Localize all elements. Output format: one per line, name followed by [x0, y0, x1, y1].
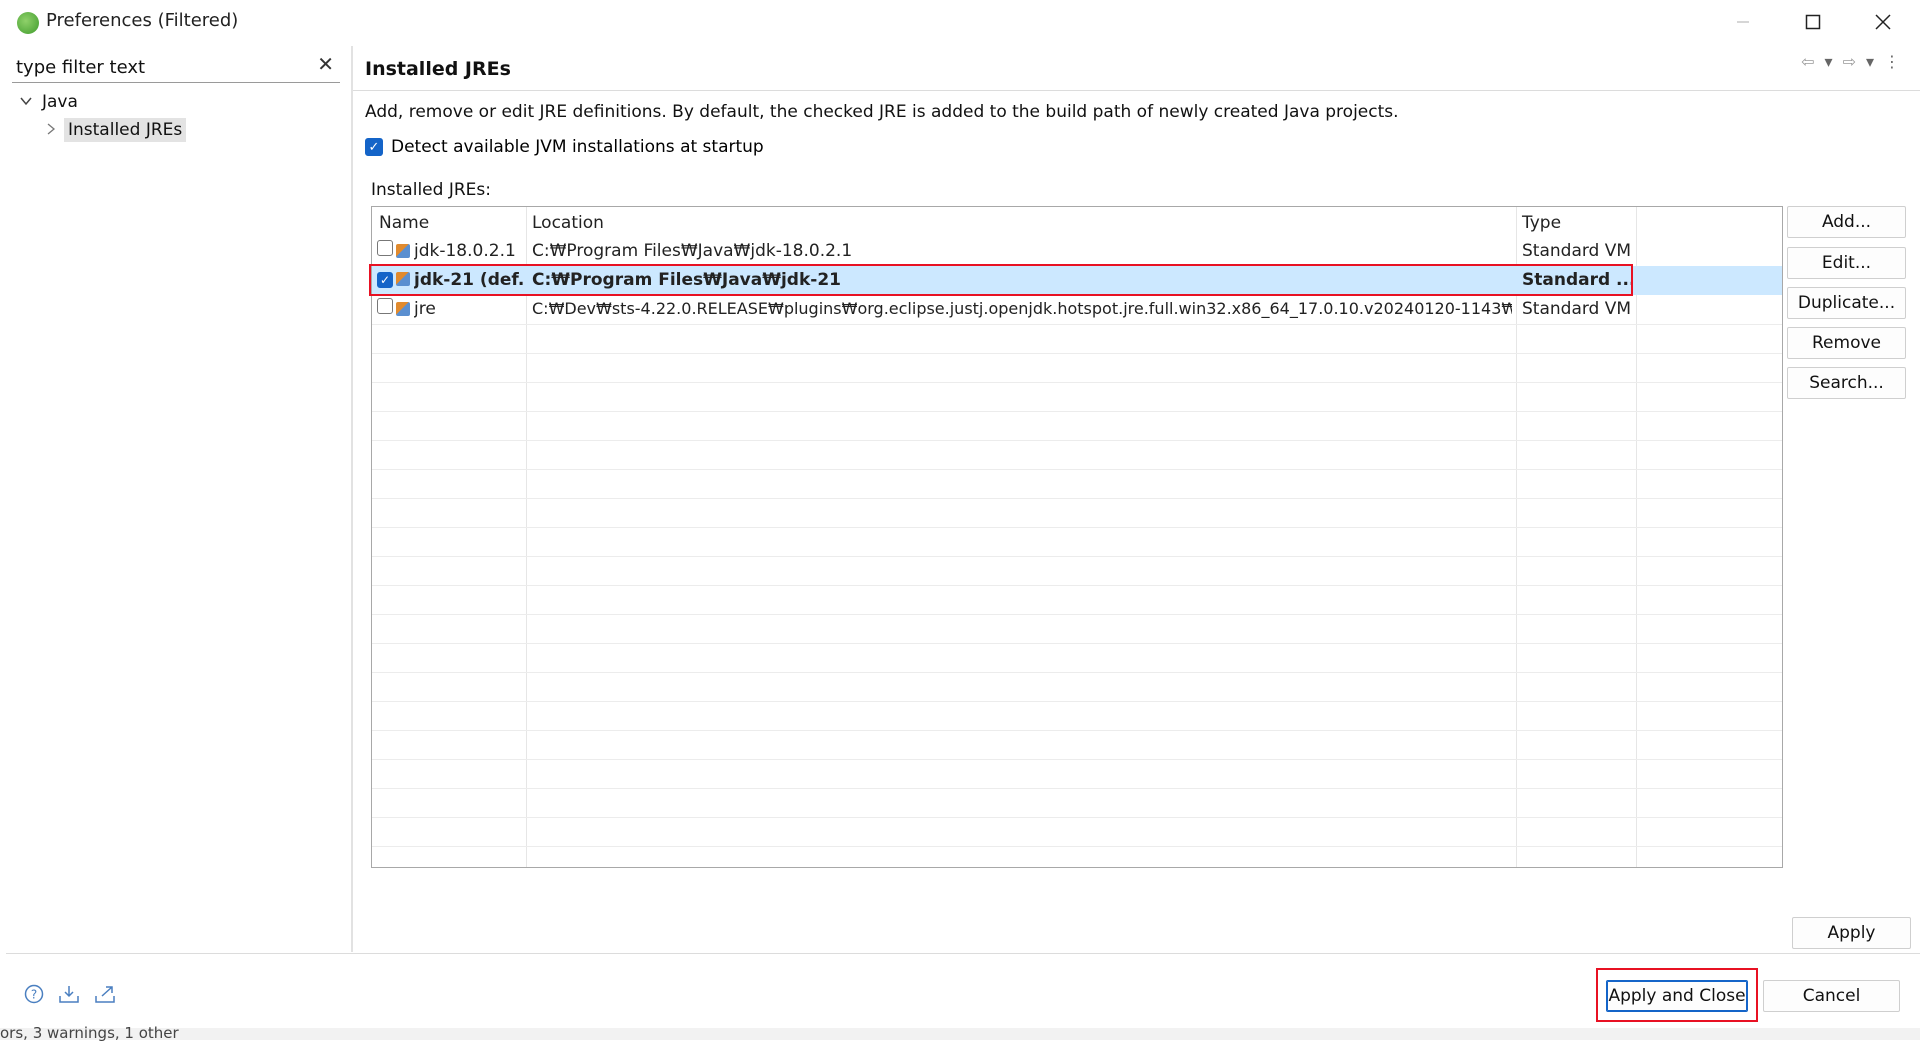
tree-item-label: Java	[42, 92, 78, 112]
row-checkbox[interactable]	[377, 240, 393, 256]
installed-jres-label: Installed JREs:	[371, 180, 491, 200]
bottom-divider	[6, 953, 1920, 954]
background-window-strip	[0, 1028, 1920, 1040]
jre-type: Standard VM	[1522, 299, 1632, 319]
tree-item-label: Installed JREs	[64, 118, 187, 142]
row-divider	[372, 527, 1782, 528]
jre-name: jre	[414, 299, 436, 319]
detect-jvm-label: Detect available JVM installations at st…	[391, 137, 764, 157]
background-status-text: ors, 3 warnings, 1 other	[0, 1024, 179, 1042]
close-icon	[1875, 14, 1891, 30]
row-divider	[372, 701, 1782, 702]
row-divider	[372, 324, 1782, 325]
row-divider	[372, 382, 1782, 383]
page-title: Installed JREs	[365, 58, 511, 80]
jre-name: jdk-18.0.2.1	[414, 241, 516, 261]
minimize-button[interactable]	[1708, 0, 1778, 44]
remove-button[interactable]: Remove	[1787, 327, 1906, 359]
row-divider	[372, 788, 1782, 789]
close-button[interactable]	[1848, 0, 1918, 44]
chevron-down-icon[interactable]	[20, 93, 34, 111]
page-navigation: ⇦ ▾ ⇨ ▾ ⋮	[1801, 52, 1900, 71]
row-divider	[372, 411, 1782, 412]
row-divider	[372, 614, 1782, 615]
table-row[interactable]: jre C:₩Dev₩sts-4.22.0.RELEASE₩plugins₩or…	[372, 295, 1782, 324]
row-divider	[372, 556, 1782, 557]
row-divider	[372, 643, 1782, 644]
title-bar: Preferences (Filtered)	[0, 0, 1920, 44]
row-divider	[372, 498, 1782, 499]
row-divider	[372, 672, 1782, 673]
svg-text:?: ?	[31, 988, 37, 1002]
detect-jvm-option[interactable]: ✓ Detect available JVM installations at …	[365, 137, 764, 157]
column-header-location[interactable]: Location	[532, 213, 604, 233]
jre-icon	[396, 244, 410, 258]
row-divider	[372, 440, 1782, 441]
forward-arrow-icon[interactable]: ⇨	[1843, 52, 1856, 71]
jre-type: Standard VM	[1522, 241, 1632, 261]
row-divider	[372, 353, 1782, 354]
chevron-right-icon[interactable]	[46, 121, 60, 139]
window-title: Preferences (Filtered)	[46, 10, 239, 31]
filter-input[interactable]	[16, 54, 306, 80]
duplicate-button[interactable]: Duplicate...	[1787, 287, 1906, 319]
tree-item-installed-jres[interactable]: Installed JREs	[46, 118, 187, 142]
row-divider	[372, 730, 1782, 731]
column-header-name[interactable]: Name	[379, 213, 429, 233]
preference-tree-pane	[6, 46, 353, 952]
minimize-icon	[1737, 21, 1749, 23]
selected-row-annotation	[369, 264, 1633, 296]
detect-jvm-checkbox[interactable]: ✓	[365, 138, 383, 156]
row-divider	[372, 759, 1782, 760]
row-divider	[372, 469, 1782, 470]
more-options-icon[interactable]: ⋮	[1884, 52, 1900, 71]
edit-button[interactable]: Edit...	[1787, 247, 1906, 279]
jre-location: C:₩Dev₩sts-4.22.0.RELEASE₩plugins₩org.ec…	[532, 299, 1512, 318]
app-logo-icon	[17, 12, 39, 34]
help-icon[interactable]: ?	[24, 984, 44, 1009]
search-button[interactable]: Search...	[1787, 367, 1906, 399]
apply-button[interactable]: Apply	[1792, 917, 1911, 949]
maximize-button[interactable]	[1778, 0, 1848, 44]
column-header-type[interactable]: Type	[1522, 213, 1561, 233]
filter-box: ✕	[12, 52, 340, 83]
tree-item-java[interactable]: Java	[20, 92, 78, 112]
table-header: Name Location Type	[372, 207, 1782, 239]
jre-location: C:₩Program Files₩Java₩jdk-18.0.2.1	[532, 241, 853, 261]
jre-icon	[396, 302, 410, 316]
cancel-button[interactable]: Cancel	[1763, 980, 1900, 1012]
back-menu-chevron-icon[interactable]: ▾	[1825, 52, 1833, 71]
row-checkbox[interactable]	[377, 298, 393, 314]
apply-and-close-annotation	[1596, 968, 1758, 1022]
jre-table[interactable]: Name Location Type jdk-18.0.2.1 C:₩Progr…	[371, 206, 1783, 868]
maximize-icon	[1805, 14, 1821, 30]
table-row[interactable]: jdk-18.0.2.1 C:₩Program Files₩Java₩jdk-1…	[372, 237, 1782, 266]
import-icon[interactable]	[58, 984, 80, 1009]
clear-filter-icon[interactable]: ✕	[317, 52, 334, 76]
header-divider	[353, 90, 1920, 91]
bottom-toolbar: ?	[24, 984, 116, 1009]
add-button[interactable]: Add...	[1787, 206, 1906, 238]
row-divider	[372, 585, 1782, 586]
page-description: Add, remove or edit JRE definitions. By …	[365, 102, 1399, 122]
back-arrow-icon[interactable]: ⇦	[1801, 52, 1814, 71]
forward-menu-chevron-icon[interactable]: ▾	[1866, 52, 1874, 71]
export-icon[interactable]	[94, 984, 116, 1009]
row-divider	[372, 817, 1782, 818]
row-divider	[372, 846, 1782, 847]
